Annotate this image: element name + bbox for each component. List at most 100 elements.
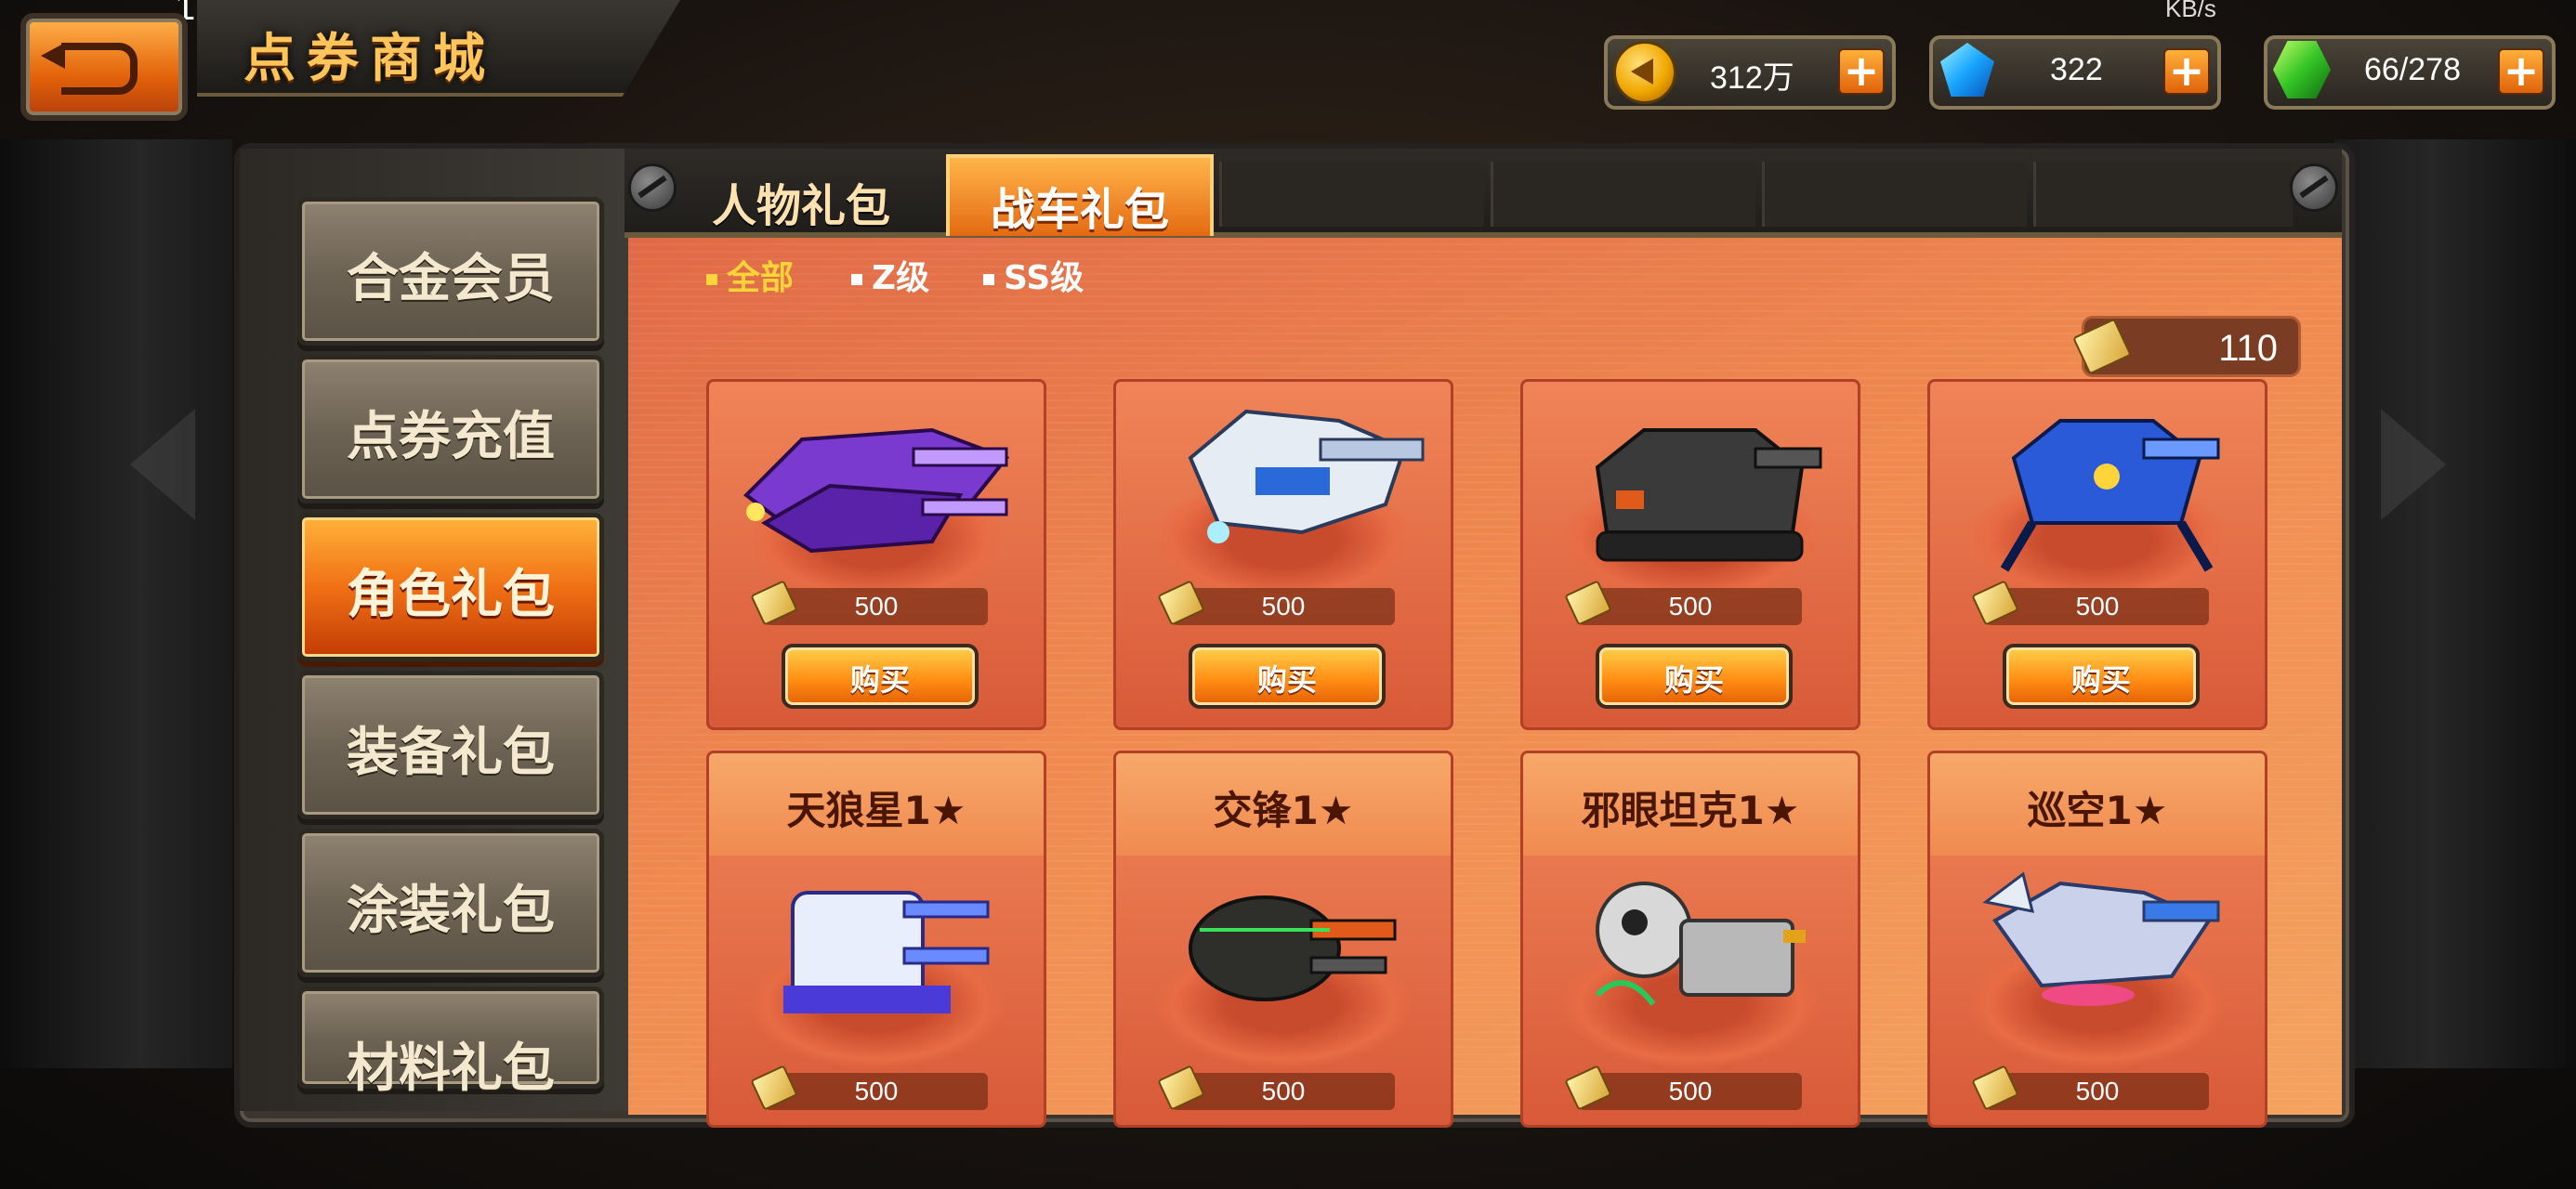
tab-label: 战车礼包	[990, 184, 1169, 236]
price-tag: 500	[750, 1065, 988, 1111]
filter-all[interactable]: 全部	[706, 251, 794, 299]
currency-energy-value: 66/278	[2364, 52, 2461, 87]
sidebar-item-material-pack[interactable]: 材料礼包	[297, 986, 604, 1099]
sidebar-item-label: 角色礼包	[347, 565, 555, 625]
price-value: 500	[1261, 1077, 1306, 1105]
tab-slot-empty	[1762, 162, 2027, 227]
price-value: 500	[854, 592, 899, 621]
coupon-balance: 110	[2072, 316, 2301, 377]
screw-icon	[628, 163, 677, 212]
sirius-tank-image	[783, 891, 990, 1013]
product-card[interactable]: 交锋1★ 500	[1113, 751, 1453, 1128]
background-chevron-right	[2381, 409, 2446, 520]
currency-gold: 312万 +	[1604, 35, 1896, 110]
tab-slot-empty	[1491, 162, 1755, 227]
currency-diamond-value: 322	[2050, 52, 2103, 87]
sidebar-item-label: 涂装礼包	[347, 881, 555, 941]
filter-label: Z级	[872, 259, 930, 297]
buy-button-label: 购买	[2070, 662, 2131, 698]
product-panel: 全部 Z级 SS级 110 500 购买 500 购买 500 购买 500 购…	[628, 238, 2342, 1128]
page-title: 点券商城	[243, 29, 496, 89]
white-mech-tank-image	[1188, 409, 1425, 543]
buy-button-label: 购买	[849, 662, 910, 698]
price-value: 500	[1261, 592, 1306, 621]
background-left-wall	[0, 139, 232, 1068]
coupon-ticket-icon	[2072, 318, 2132, 375]
currency-diamond: 322 +	[1929, 35, 2221, 110]
price-tag: 500	[1157, 580, 1395, 626]
status-network: KB/s	[2165, 0, 2216, 22]
add-energy-button[interactable]: +	[2498, 48, 2544, 95]
price-tag: 500	[750, 580, 988, 626]
price-tag: 500	[1564, 1065, 1802, 1111]
diamond-icon	[1940, 43, 1994, 97]
tab-slot-empty	[1219, 162, 1484, 227]
tab-character-pack[interactable]: 人物礼包	[671, 154, 931, 232]
product-card[interactable]: 500 购买	[706, 379, 1046, 730]
coupon-balance-value: 110	[2218, 328, 2278, 369]
product-name: 巡空1★	[2027, 788, 2168, 833]
currency-gold-value: 312万	[1710, 60, 1794, 96]
product-card[interactable]: 天狼星1★ 500	[706, 751, 1046, 1128]
back-arrow-icon	[41, 43, 138, 95]
sidebar-item-label: 合金会员	[347, 249, 555, 309]
price-value: 500	[2075, 592, 2120, 621]
background-chevron-left	[130, 409, 195, 520]
filter-z-grade[interactable]: Z级	[851, 251, 929, 299]
sky-patrol-tank-image	[1982, 871, 2220, 1006]
sidebar-item-label: 点券充值	[347, 407, 555, 467]
buy-button-label: 购买	[1663, 662, 1724, 698]
sidebar-item-coupon-topup[interactable]: 点券充值	[297, 355, 604, 503]
product-name: 邪眼坦克1★	[1581, 788, 1800, 833]
back-button[interactable]	[20, 13, 188, 121]
product-name: 交锋1★	[1213, 788, 1354, 833]
add-diamond-button[interactable]: +	[2163, 48, 2210, 95]
tab-slot-empty	[2033, 162, 2293, 227]
price-value: 500	[1668, 1077, 1713, 1105]
sidebar-item-alloy-member[interactable]: 合金会员	[297, 197, 604, 346]
screw-icon	[2290, 163, 2338, 212]
sidebar-item-label: 装备礼包	[347, 723, 555, 783]
add-gold-button[interactable]: +	[1838, 48, 1885, 95]
background-right-wall	[2334, 139, 2576, 1068]
price-value: 500	[2075, 1077, 2120, 1105]
tab-vehicle-pack[interactable]: 战车礼包	[946, 154, 1214, 236]
sidebar-item-label: 材料礼包	[347, 1039, 555, 1099]
bullet-icon	[983, 274, 994, 285]
price-tag: 500	[1971, 1065, 2209, 1111]
purple-tank-image	[743, 427, 1010, 554]
product-name: 天狼星1★	[786, 788, 966, 833]
buy-button[interactable]: 购买	[1189, 644, 1386, 709]
sidebar-item-paint-pack[interactable]: 涂装礼包	[297, 829, 604, 977]
buy-button[interactable]: 购买	[1596, 644, 1793, 709]
buy-button[interactable]: 购买	[2003, 644, 2200, 709]
price-tag: 500	[1157, 1065, 1395, 1111]
product-card[interactable]: 500 购买	[1927, 379, 2267, 730]
black-heavy-tank-image	[1595, 428, 1822, 562]
gold-coin-icon	[1613, 41, 1676, 104]
evil-eye-tank-image	[1595, 882, 1806, 1006]
buy-button-label: 购买	[1256, 662, 1317, 698]
sidebar-item-equipment-pack[interactable]: 装备礼包	[297, 671, 604, 819]
bullet-icon	[851, 274, 862, 285]
tab-bar: 人物礼包 战车礼包	[624, 149, 2342, 238]
tab-label: 人物礼包	[711, 180, 890, 232]
price-tag: 500	[1971, 580, 2209, 626]
product-card[interactable]: 巡空1★ 500	[1927, 751, 2267, 1128]
buy-button[interactable]: 购买	[782, 644, 979, 709]
sidebar-item-role-pack[interactable]: 角色礼包	[297, 513, 604, 661]
bullet-icon	[706, 274, 717, 285]
filter-label: 全部	[727, 259, 795, 297]
product-card[interactable]: 500 购买	[1113, 379, 1453, 730]
product-card[interactable]: 500 购买	[1520, 379, 1860, 730]
clash-tank-image	[1189, 895, 1397, 1001]
filter-ss-grade[interactable]: SS级	[983, 251, 1084, 299]
price-value: 500	[854, 1077, 899, 1105]
product-card[interactable]: 邪眼坦克1★ 500	[1520, 751, 1860, 1128]
price-tag: 500	[1564, 580, 1802, 626]
blue-spider-tank-image	[2000, 419, 2220, 572]
energy-crystal-icon	[2273, 41, 2331, 98]
currency-energy: 66/278 +	[2264, 35, 2556, 110]
price-value: 500	[1668, 592, 1713, 621]
filter-label: SS级	[1004, 259, 1084, 297]
